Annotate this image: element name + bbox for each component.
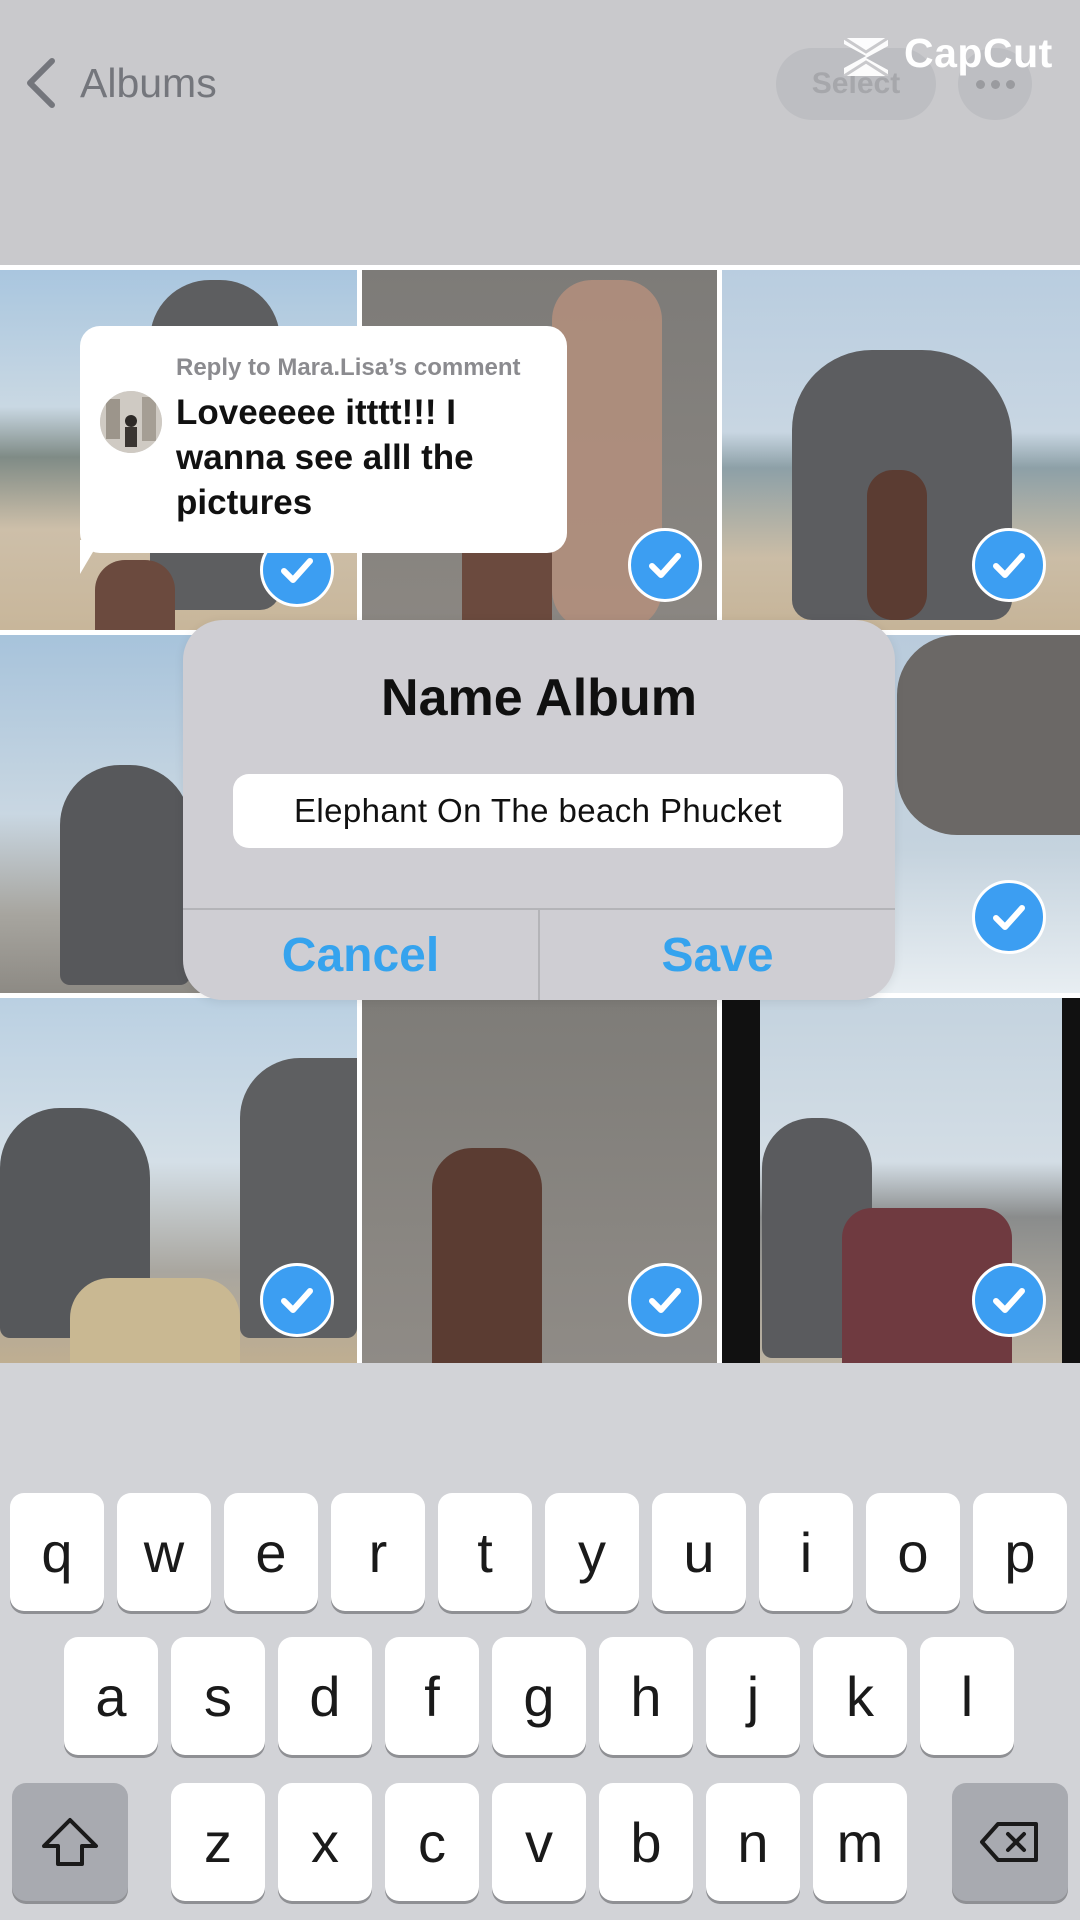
cancel-button[interactable]: Cancel [183,910,538,1000]
key-k[interactable]: k [813,1637,907,1755]
comment-text: Loveeeee itttt!!! I wanna see alll the p… [176,393,474,522]
shift-icon [42,1818,98,1866]
on-screen-keyboard: q w e r t y u i o p a s d f g h j k l z … [0,1363,1080,1920]
key-b[interactable]: b [599,1783,693,1901]
backspace-icon [980,1822,1038,1862]
more-dot-icon [975,79,985,89]
more-dot-icon [990,79,1000,89]
more-dot-icon [1005,79,1015,89]
backspace-key[interactable] [952,1783,1068,1901]
album-name-input[interactable]: Elephant On The beach Phucket [233,774,843,848]
key-u[interactable]: u [652,1493,746,1611]
key-t[interactable]: t [438,1493,532,1611]
key-g[interactable]: g [492,1637,586,1755]
key-f[interactable]: f [385,1637,479,1755]
key-o[interactable]: o [866,1493,960,1611]
key-w[interactable]: w [117,1493,211,1611]
capcut-logo-icon [843,36,889,76]
bubble-tail [80,540,120,574]
key-c[interactable]: c [385,1783,479,1901]
selected-check-icon [972,880,1046,954]
selected-check-icon [628,528,702,602]
key-i[interactable]: i [759,1493,853,1611]
key-e[interactable]: e [224,1493,318,1611]
dialog-title: Name Album [381,669,697,727]
name-album-dialog: Name Album Elephant On The beach Phucket… [183,620,895,1000]
key-v[interactable]: v [492,1783,586,1901]
key-y[interactable]: y [545,1493,639,1611]
key-n[interactable]: n [706,1783,800,1901]
capcut-watermark: CapCut [838,30,1053,77]
key-l[interactable]: l [920,1637,1014,1755]
chevron-left-icon [27,58,55,108]
key-q[interactable]: q [10,1493,104,1611]
selected-check-icon [972,1263,1046,1337]
avatar [100,391,162,453]
save-button[interactable]: Save [540,910,895,1000]
photo-thumbnail[interactable] [722,998,1080,1363]
key-d[interactable]: d [278,1637,372,1755]
back-label: Albums [80,59,217,106]
key-r[interactable]: r [331,1493,425,1611]
photo-thumbnail[interactable] [362,998,717,1363]
back-button[interactable]: Albums [22,55,217,111]
capcut-brand-text: CapCut [904,30,1053,76]
key-x[interactable]: x [278,1783,372,1901]
reply-to-label: Reply to Mara.Lisa’s comment [176,354,521,381]
selected-check-icon [628,1263,702,1337]
photo-thumbnail[interactable] [0,998,357,1363]
key-a[interactable]: a [64,1637,158,1755]
comment-reply-bubble: Reply to Mara.Lisa’s comment Loveeeee it… [80,326,567,553]
key-h[interactable]: h [599,1637,693,1755]
key-p[interactable]: p [973,1493,1067,1611]
key-z[interactable]: z [171,1783,265,1901]
selected-check-icon [972,528,1046,602]
photo-thumbnail[interactable] [722,270,1080,630]
key-j[interactable]: j [706,1637,800,1755]
key-m[interactable]: m [813,1783,907,1901]
selected-check-icon [260,1263,334,1337]
navigation-bar: Albums Select CapCut [0,0,1080,265]
key-s[interactable]: s [171,1637,265,1755]
shift-key[interactable] [12,1783,128,1901]
